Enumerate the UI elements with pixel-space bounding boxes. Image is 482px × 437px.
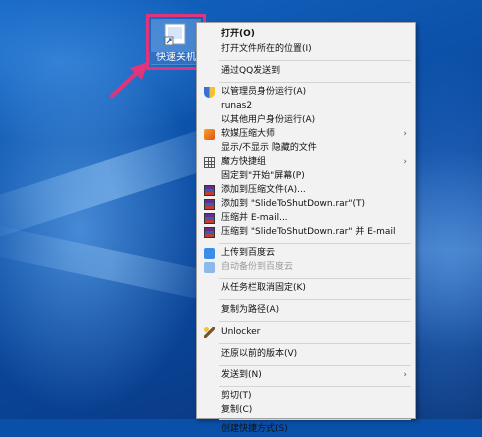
menu-item-label: 压缩到 "SlideToShutDown.rar" 并 E-mail (221, 227, 396, 237)
shortcut-file-icon (164, 23, 186, 45)
menu-item-label: 魔方快捷组 (221, 157, 267, 167)
menu-item-add-to-archive[interactable]: 添加到压缩文件(A)... (197, 183, 415, 198)
menu-item-label: 从任务栏取消固定(K) (221, 283, 306, 293)
baidu-cloud-icon (204, 262, 215, 273)
menu-separator (219, 419, 411, 420)
menu-item-label: 以其他用户身份运行(A) (221, 115, 316, 125)
menu-item-upload-baidu-cloud[interactable]: 上传到百度云 (197, 246, 415, 261)
winrar-icon (204, 213, 215, 224)
menu-item-label: 发送到(N) (221, 370, 262, 380)
menu-item-mofang-shortcut-group[interactable]: 魔方快捷组 › (197, 155, 415, 170)
menu-item-label: runas2 (221, 101, 253, 111)
baidu-cloud-icon (204, 248, 215, 259)
menu-separator (219, 386, 411, 387)
menu-item-label: 复制(C) (221, 405, 253, 415)
menu-separator (219, 278, 411, 279)
menu-item-copy[interactable]: 复制(C) (197, 403, 415, 418)
menu-item-label: 还原以前的版本(V) (221, 349, 298, 359)
menu-item-run-as-admin[interactable]: 以管理员身份运行(A) (197, 85, 415, 100)
unlocker-wand-icon (204, 327, 215, 338)
submenu-chevron-icon: › (403, 129, 407, 139)
menu-item-label: 上传到百度云 (221, 248, 276, 258)
menu-item-open-file-location[interactable]: 打开文件所在的位置(I) (197, 42, 415, 57)
menu-item-create-shortcut[interactable]: 创建快捷方式(S) (197, 422, 415, 437)
menu-separator (219, 60, 411, 61)
menu-separator (219, 82, 411, 83)
wallpaper-light-beam (410, 150, 482, 350)
menu-item-label: 压缩并 E-mail... (221, 213, 288, 223)
menu-separator (219, 343, 411, 344)
menu-item-compress-and-email[interactable]: 压缩并 E-mail... (197, 211, 415, 226)
menu-item-run-as-other-user[interactable]: 以其他用户身份运行(A) (197, 113, 415, 128)
menu-item-open[interactable]: 打开(O) (197, 27, 415, 42)
menu-item-unlocker[interactable]: Unlocker (197, 325, 415, 340)
menu-item-label: 软媒压缩大师 (221, 129, 276, 139)
menu-separator (219, 243, 411, 244)
uac-shield-icon (204, 87, 215, 98)
menu-item-label: Unlocker (221, 327, 261, 337)
menu-item-send-to[interactable]: 发送到(N) › (197, 368, 415, 383)
menu-item-unpin-from-taskbar[interactable]: 从任务栏取消固定(K) (197, 281, 415, 296)
menu-separator (219, 321, 411, 322)
submenu-chevron-icon: › (403, 157, 407, 167)
menu-item-cut[interactable]: 剪切(T) (197, 389, 415, 404)
menu-separator (219, 299, 411, 300)
winrar-icon (204, 199, 215, 210)
menu-item-toggle-hidden-files[interactable]: 显示/不显示 隐藏的文件 (197, 141, 415, 156)
menu-item-send-via-qq[interactable]: 通过QQ发送到 (197, 64, 415, 79)
menu-item-compress-to-rar-and-email[interactable]: 压缩到 "SlideToShutDown.rar" 并 E-mail (197, 225, 415, 240)
shortcut-label: 快速关机 (149, 52, 203, 64)
menu-item-label: 打开文件所在的位置(I) (221, 44, 312, 54)
menu-item-label: 通过QQ发送到 (221, 66, 281, 76)
winrar-icon (204, 227, 215, 238)
menu-item-label: 添加到 "SlideToShutDown.rar"(T) (221, 199, 366, 209)
menu-item-add-to-rar[interactable]: 添加到 "SlideToShutDown.rar"(T) (197, 197, 415, 212)
menu-separator (219, 365, 411, 366)
menu-item-label: 剪切(T) (221, 391, 252, 401)
menu-item-copy-as-path[interactable]: 复制为路径(A) (197, 303, 415, 318)
menu-item-label: 复制为路径(A) (221, 305, 280, 315)
menu-item-restore-previous-versions[interactable]: 还原以前的版本(V) (197, 347, 415, 362)
menu-item-label: 创建快捷方式(S) (221, 424, 288, 434)
winrar-icon (204, 185, 215, 196)
menu-item-runas2[interactable]: runas2 (197, 99, 415, 114)
menu-item-label: 固定到"开始"屏幕(P) (221, 171, 305, 181)
grid-icon (204, 157, 215, 168)
menu-item-label: 打开(O) (221, 29, 255, 39)
pointer-arrow-icon (110, 62, 148, 98)
context-menu: 打开(O) 打开文件所在的位置(I) 通过QQ发送到 以管理员身份运行(A) r… (196, 22, 416, 434)
menu-item-compress-master[interactable]: 软媒压缩大师 › (197, 127, 415, 142)
menu-item-pin-to-start[interactable]: 固定到"开始"屏幕(P) (197, 169, 415, 184)
submenu-chevron-icon: › (403, 370, 407, 380)
menu-item-label: 添加到压缩文件(A)... (221, 185, 306, 195)
compress-master-icon (204, 129, 215, 140)
menu-item-label: 自动备份到百度云 (221, 262, 294, 272)
menu-item-label: 显示/不显示 隐藏的文件 (221, 143, 317, 153)
menu-item-auto-backup-baidu-cloud: 自动备份到百度云 (197, 260, 415, 275)
menu-item-label: 以管理员身份运行(A) (221, 87, 307, 97)
